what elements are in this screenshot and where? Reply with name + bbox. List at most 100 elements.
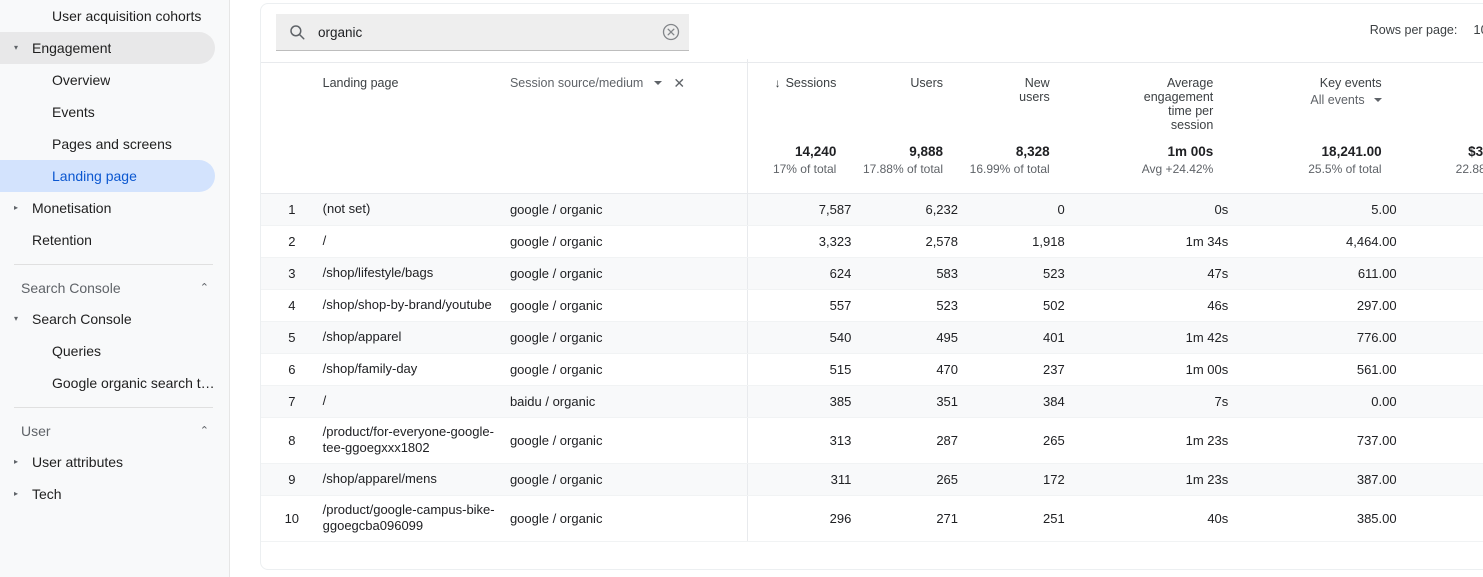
sidebar-item-tech[interactable]: ▸ Tech <box>0 478 215 510</box>
main-content-area: Rows per page: 10 Go to: 1 ‹ 1-10 of 433… <box>230 0 1483 577</box>
sidebar-item-events[interactable]: Events <box>0 96 215 128</box>
controls-separator <box>261 62 1483 63</box>
sidebar-item-search-console[interactable]: ▾ Search Console <box>0 303 215 335</box>
sidebar-item-label: Engagement <box>32 40 112 56</box>
sidebar-item-label: Google organic search tra… <box>52 375 215 391</box>
summary-users-subtext: 17.88% of total <box>862 161 944 176</box>
users-cell: 583 <box>851 257 959 290</box>
sidebar-item-landing-page[interactable]: Landing page <box>0 160 215 192</box>
table-summary-body: 14,240 17% of total 9,888 17.88% of tota… <box>261 133 1483 194</box>
sidebar-section-user[interactable]: User ⌃ <box>0 416 229 446</box>
sidebar-item-pages-and-screens[interactable]: Pages and screens <box>0 128 215 160</box>
sessions-cell: 313 <box>746 417 852 464</box>
sidebar-item-queries[interactable]: Queries <box>0 335 215 367</box>
table-row[interactable]: 3/shop/lifestyle/bags google / organic 624… <box>261 257 1483 290</box>
avg-engagement-time-cell: 1m 23s <box>1064 417 1229 464</box>
session-source-medium-cell: google / organic <box>509 417 748 464</box>
avg-engagement-time-cell: 47s <box>1064 257 1229 290</box>
summary-avg-engagement-value: 1m 00s <box>1167 143 1214 159</box>
sessions-column-header[interactable]: ↓ Sessions <box>746 59 852 133</box>
new-users-header-line1: New <box>1024 76 1050 90</box>
table-row[interactable]: 9/shop/apparel/mens google / organic 311 26… <box>261 463 1483 496</box>
summary-users-value: 9,888 <box>909 143 944 159</box>
users-header-label: Users <box>910 76 944 90</box>
triangle-right-icon[interactable]: ▸ <box>14 204 28 212</box>
sidebar-item-google-organic-search-tra[interactable]: Google organic search tra… <box>0 367 215 399</box>
avg-engagement-time-cell: 1m 42s <box>1064 321 1229 354</box>
summary-rank-cell <box>261 133 323 194</box>
sidebar-item-engagement[interactable]: ▾ Engagement <box>0 32 215 64</box>
table-row[interactable]: 6/shop/family-day google / organic 515 470 2… <box>261 353 1483 386</box>
sidebar-divider-2 <box>14 407 213 408</box>
key-events-column-header[interactable]: Key events All events <box>1228 59 1396 133</box>
row-rank-cell: 10 <box>261 495 323 543</box>
summary-new-users-subtext: 16.99% of total <box>969 161 1050 176</box>
users-column-header[interactable]: Users <box>851 59 958 133</box>
table-row[interactable]: 7/baidu / organic3853513847s0.00$0.000% <box>261 385 1483 418</box>
chevron-down-icon[interactable] <box>654 81 663 85</box>
clear-search-icon[interactable] <box>661 22 681 42</box>
table-body: 1 (not set) google / organic 7,587 6,232 0 0s 5… <box>261 193 1483 543</box>
triangle-right-icon[interactable]: ▸ <box>14 490 28 498</box>
sessions-cell: 624 <box>746 257 852 290</box>
summary-avg-engagement-cell: 1m 00s Avg +24.42% <box>1064 133 1229 194</box>
landing-page-cell: (not set) <box>322 193 510 226</box>
avg-engagement-time-column-header[interactable]: Average engagement time per session <box>1065 59 1229 133</box>
key-events-all-events-selector[interactable]: All events <box>1310 93 1382 107</box>
chevron-up-icon: ⌃ <box>199 424 209 437</box>
rank-column-header <box>261 59 323 133</box>
total-revenue-cell: $0.00 <box>1396 193 1483 226</box>
table-row[interactable]: 10/product/google-campus-bike-ggoegcba09… <box>261 495 1483 543</box>
total-revenue-cell: $390.19 <box>1396 495 1483 543</box>
key-events-header-label: Key events <box>1319 76 1382 90</box>
table-search-box[interactable] <box>276 14 689 50</box>
session-source-medium-cell: google / organic <box>509 495 748 543</box>
sessions-cell: 3,323 <box>746 225 852 258</box>
rows-per-page-label: Rows per page: <box>1369 22 1458 37</box>
new-users-cell: 251 <box>958 495 1065 543</box>
new-users-cell: 401 <box>958 321 1065 354</box>
table-row[interactable]: 1 (not set) google / organic 7,587 6,232 0 0s 5… <box>261 193 1483 226</box>
summary-total-revenue-subtext: 22.88% of total <box>1455 161 1483 176</box>
table-row[interactable]: 5/shop/apparel google / organic 540 495 401 1… <box>261 321 1483 354</box>
table-row[interactable]: 8/product/for-everyone-google-tee-ggoegx… <box>261 417 1483 464</box>
total-revenue-cell: $1,286.12 <box>1396 353 1483 386</box>
triangle-down-icon[interactable]: ▾ <box>14 44 28 52</box>
sidebar-item-monetisation[interactable]: ▸ Monetisation <box>0 192 215 224</box>
summary-users-cell: 9,888 17.88% of total <box>851 133 959 194</box>
session-source-medium-cell: google / organic <box>509 225 748 258</box>
total-revenue-column-header[interactable]: Total revenue <box>1397 59 1483 133</box>
table-row[interactable]: 2/google / organic 3,323 2,578 1,918 1m 34s 4… <box>261 225 1483 258</box>
key-events-cell: 561.00 <box>1228 353 1397 386</box>
total-revenue-cell: $582.11 <box>1396 417 1483 464</box>
table-row[interactable]: 4/shop/shop-by-brand/youtube google / org… <box>261 289 1483 322</box>
sidebar-item-overview[interactable]: Overview <box>0 64 215 96</box>
sidebar-section-user-label: User <box>21 423 51 439</box>
sidebar-section-search-console[interactable]: Search Console ⌃ <box>0 273 229 303</box>
sidebar-search-console-group: ▾ Search Console Queries Google organic sea… <box>0 303 229 399</box>
row-rank-cell: 5 <box>261 321 323 354</box>
new-users-column-header[interactable]: New users <box>958 59 1065 133</box>
avg-engagement-time-cell: 1m 23s <box>1064 463 1229 496</box>
session-source-medium-column-header[interactable]: Session source/medium ✕ <box>510 59 747 133</box>
summary-new-users-cell: 8,328 16.99% of total <box>958 133 1065 194</box>
new-users-header-line2: users <box>1019 90 1050 104</box>
sort-descending-icon: ↓ <box>774 76 781 90</box>
remove-dimension-icon[interactable]: ✕ <box>673 76 685 90</box>
sidebar-section-search-console-label: Search Console <box>21 280 121 296</box>
rows-per-page-value[interactable]: 10 <box>1473 22 1483 37</box>
landing-page-cell: /product/for-everyone-google-tee-ggoegxx… <box>322 417 510 464</box>
total-revenue-cell: $10,189.33 <box>1396 225 1483 258</box>
avg-engagement-header-line2: engagement <box>1143 90 1214 104</box>
triangle-right-icon[interactable]: ▸ <box>14 458 28 466</box>
sidebar-item-user-attributes[interactable]: ▸ User attributes <box>0 446 215 478</box>
triangle-down-icon[interactable]: ▾ <box>14 315 28 323</box>
summary-source-cell <box>509 133 748 194</box>
search-input[interactable] <box>318 24 661 40</box>
sidebar-item-retention[interactable]: Retention <box>0 224 215 256</box>
summary-new-users-value: 8,328 <box>1015 143 1050 159</box>
session-source-medium-cell: google / organic <box>509 193 748 226</box>
sidebar-item-user-acquisition-cohorts[interactable]: User acquisition cohorts <box>0 0 215 32</box>
landing-page-column-header[interactable]: Landing page <box>323 59 510 133</box>
landing-page-cell: /shop/apparel/mens <box>322 463 510 496</box>
